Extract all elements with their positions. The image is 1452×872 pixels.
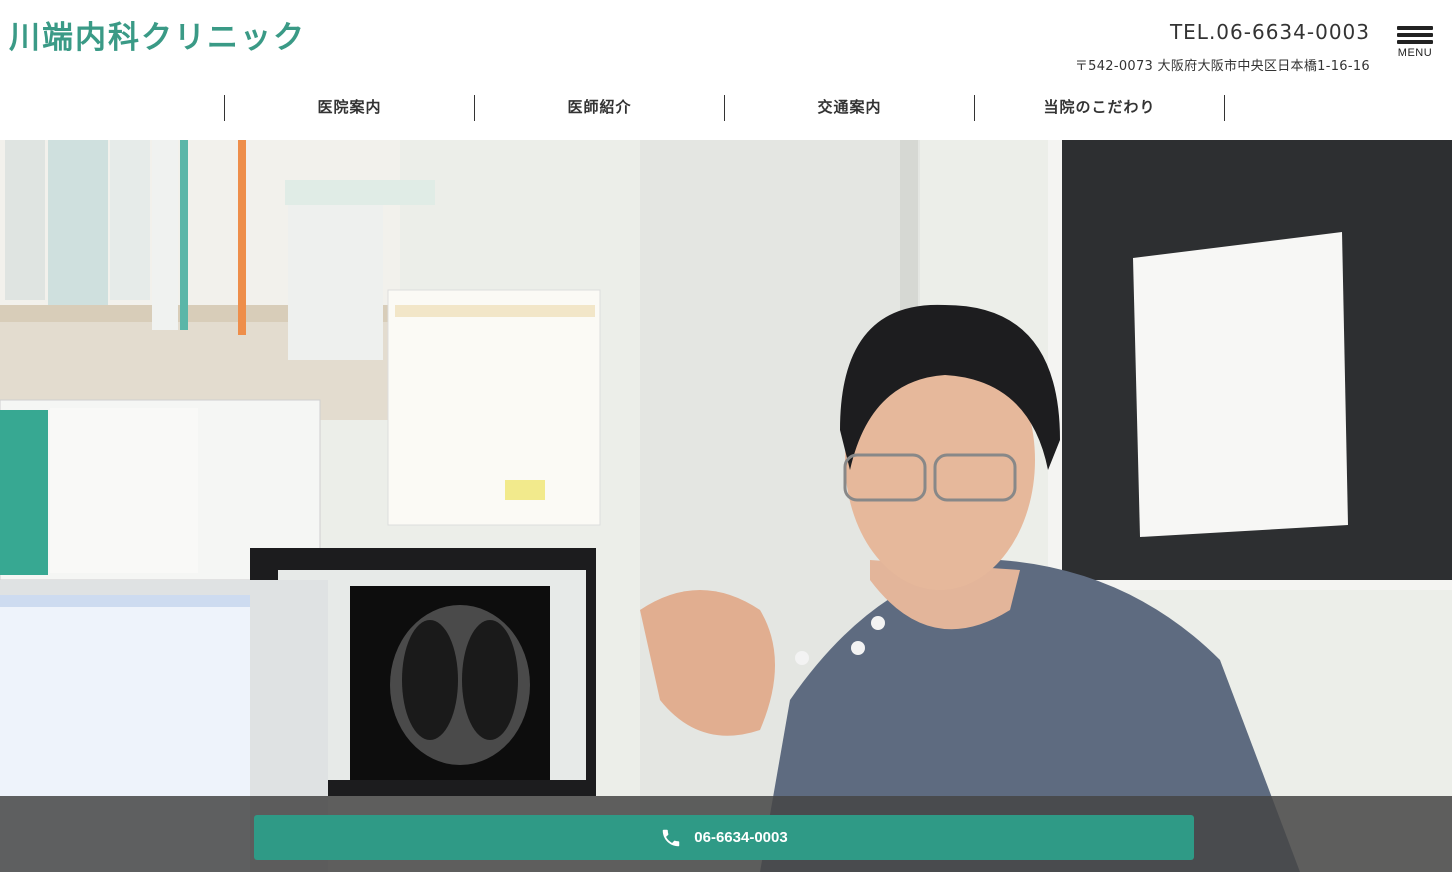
hamburger-icon	[1397, 26, 1433, 30]
hamburger-icon-bar	[1397, 33, 1433, 37]
header-tel[interactable]: TEL.06-6634-0003	[1170, 20, 1370, 44]
nav-item-clinic-info[interactable]: 医院案内	[225, 95, 475, 121]
header-address: 〒542-0073 大阪府大阪市中央区日本橋1-16-16	[1074, 59, 1370, 74]
call-bar: 06-6634-0003	[0, 796, 1452, 872]
hamburger-icon-bar	[1397, 40, 1433, 44]
site-header: 川端内科クリニック TEL.06-6634-0003 〒542-0073 大阪府…	[0, 0, 1452, 140]
call-button-number: 06-6634-0003	[694, 829, 788, 846]
doctor-photo	[0, 140, 1452, 872]
clinic-logo[interactable]: 川端内科クリニック	[9, 12, 306, 57]
hero-image	[0, 140, 1452, 872]
menu-label: MENU	[1397, 47, 1433, 59]
call-button[interactable]: 06-6634-0003	[254, 815, 1194, 860]
nav-item-doctor[interactable]: 医師紹介	[475, 95, 725, 121]
phone-icon	[660, 827, 682, 849]
global-nav: 医院案内 医師紹介 交通案内 当院のこだわり	[224, 95, 1225, 121]
menu-button[interactable]: MENU	[1396, 26, 1434, 66]
nav-item-access[interactable]: 交通案内	[725, 95, 975, 121]
nav-item-commitment[interactable]: 当院のこだわり	[975, 95, 1225, 121]
